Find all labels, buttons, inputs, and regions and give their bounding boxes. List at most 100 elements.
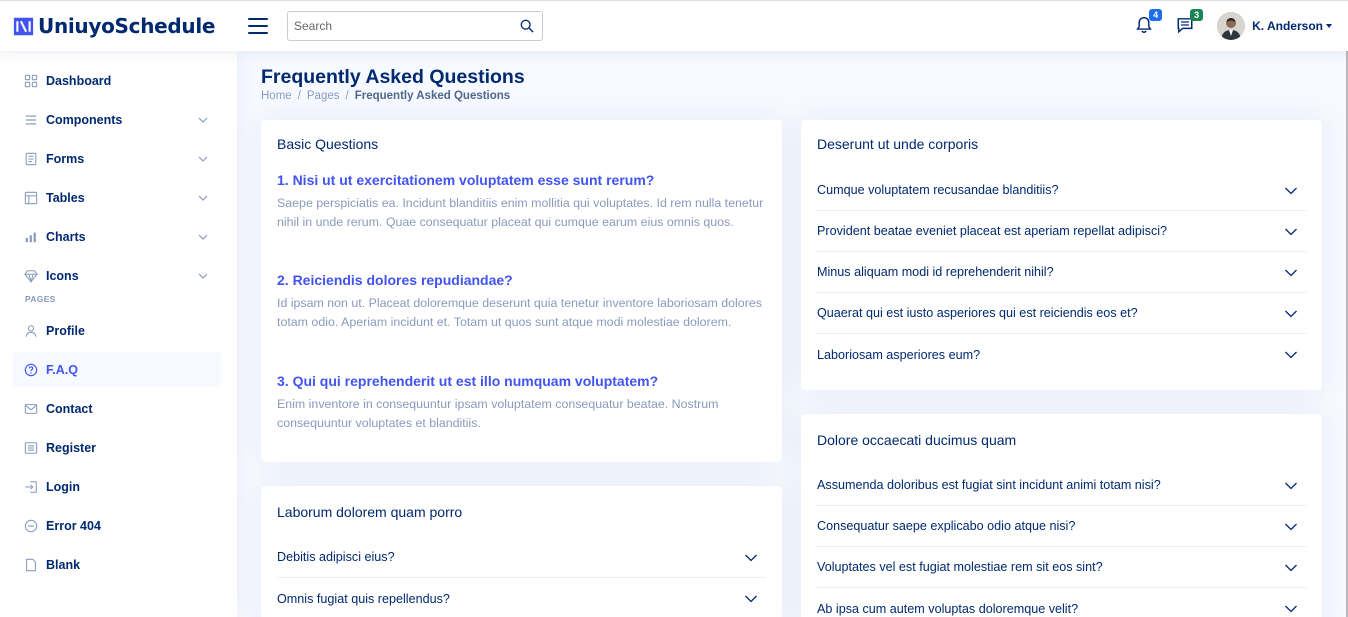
deserunt-card: Deserunt ut unde corporis Cumque volupta… (801, 120, 1322, 390)
accordion-item[interactable]: Provident beatae eveniet placeat est ape… (817, 211, 1306, 252)
faq-answer: Enim inventore in consequuntur ipsam vol… (277, 397, 719, 431)
search-icon[interactable] (520, 19, 534, 33)
envelope-icon (24, 403, 38, 414)
sidebar-heading: PAGES (25, 294, 56, 304)
breadcrumb: Home / Pages / Frequently Asked Question… (261, 90, 510, 102)
accordion-question: Voluptates vel est fugiat molestiae rem … (817, 560, 1103, 574)
gem-icon (24, 269, 38, 283)
breadcrumb-home[interactable]: Home (261, 90, 292, 102)
sidebar-item-label: Icons (46, 268, 79, 283)
accordion-question: Omnis fugiat quis repellendus? (277, 591, 450, 606)
messages-badge: 3 (1190, 9, 1204, 21)
accordion-question: Laboriosam asperiores eum? (817, 347, 981, 362)
notifications-button[interactable]: 4 (1135, 9, 1163, 36)
bar-chart-icon (25, 232, 36, 242)
notifications-badge: 4 (1149, 9, 1163, 21)
sidebar-item-charts[interactable]: Charts (13, 219, 221, 254)
accordion-question: Ab ipsa cum autem voluptas doloremque ve… (817, 601, 1079, 616)
chevron-down-icon (1285, 310, 1297, 318)
logo[interactable]: UniuyoSchedule (13, 14, 248, 38)
caret-down-icon (1326, 24, 1332, 28)
sidebar-item-label: Blank (46, 557, 81, 572)
username: K. Anderson (1252, 19, 1323, 33)
basic-questions-card: Basic Questions 1. Nisi ut ut exercitati… (261, 120, 782, 462)
breadcrumb-pages[interactable]: Pages (307, 90, 340, 102)
sidebar-item-label: Login (46, 479, 81, 494)
sidebar-item-tables[interactable]: Tables (13, 180, 221, 215)
accordion-item[interactable]: Consequatur saepe explicabo odio atque n… (817, 506, 1306, 547)
chevron-down-icon (198, 156, 208, 162)
sidebar-item-label: Profile (46, 323, 85, 338)
sidebar-item-icons[interactable]: Icons (13, 258, 221, 293)
chevron-down-icon (1285, 564, 1297, 572)
accordion-item[interactable]: Ab ipsa cum autem voluptas doloremque ve… (817, 588, 1306, 617)
accordion-item[interactable]: Minus aliquam modi id reprehenderit nihi… (817, 252, 1306, 293)
card-title: Dolore occaecati ducimus quam (817, 432, 1017, 448)
faq-question: 1. Nisi ut ut exercitationem voluptatem … (277, 172, 655, 188)
chevron-down-icon (198, 273, 208, 279)
sidebar-item-profile[interactable]: Profile (13, 313, 221, 348)
chevron-down-icon (745, 554, 757, 562)
faq-item: 1. Nisi ut ut exercitationem voluptatem … (277, 172, 767, 233)
menu-icon (25, 114, 37, 125)
faq-answer: Saepe perspiciatis ea. Incidunt blanditi… (277, 196, 764, 230)
chevron-down-icon (1285, 269, 1297, 277)
person-icon (25, 324, 37, 337)
journal-icon (25, 152, 37, 165)
avatar (1217, 12, 1246, 40)
sidebar-item-dashboard[interactable]: Dashboard (13, 63, 221, 98)
accordion-item[interactable]: Voluptates vel est fugiat molestiae rem … (817, 547, 1306, 588)
card-title: Laborum dolorem quam porro (277, 504, 463, 520)
messages-button[interactable]: 3 (1176, 9, 1204, 36)
sidebar-item-label: Error 404 (46, 518, 101, 533)
card-list-icon (24, 441, 38, 454)
accordion-item[interactable]: Quaerat qui est iusto asperiores qui est… (817, 293, 1306, 334)
accordion-item[interactable]: Laboriosam asperiores eum? (817, 334, 1306, 375)
accordion-item[interactable]: Omnis fugiat quis repellendus? (277, 578, 766, 617)
chevron-down-icon (745, 595, 757, 603)
header-nav: 4 3 K. Anderson (1135, 9, 1332, 40)
breadcrumb-current: Frequently Asked Questions (354, 90, 511, 102)
faq-question: 2. Reiciendis dolores repudiandae? (277, 272, 513, 288)
profile-dropdown[interactable]: K. Anderson (1217, 12, 1332, 40)
toggle-sidebar-icon[interactable] (248, 18, 268, 34)
faq-answer: Id ipsam non ut. Placeat doloremque dese… (277, 296, 762, 330)
sidebar-item-components[interactable]: Components (13, 102, 221, 137)
sidebar: Dashboard Components Forms Tables Charts… (0, 51, 237, 617)
sidebar-item-register[interactable]: Register (13, 430, 221, 465)
sidebar-item-label: F.A.Q (46, 362, 78, 377)
breadcrumb-separator: / (297, 90, 301, 102)
chevron-down-icon (1285, 228, 1297, 236)
accordion-question: Assumenda doloribus est fugiat sint inci… (817, 478, 1161, 492)
dash-circle-icon (24, 519, 38, 532)
accordion-item[interactable]: Debitis adipisci eius? (277, 537, 766, 578)
accordion-question: Debitis adipisci eius? (277, 550, 395, 564)
sidebar-item-forms[interactable]: Forms (13, 141, 221, 176)
dolore-card: Dolore occaecati ducimus quam Assumenda … (801, 414, 1322, 617)
question-circle-icon (24, 363, 38, 376)
sidebar-item-blank[interactable]: Blank (13, 547, 221, 582)
chevron-down-icon (198, 117, 208, 123)
sidebar-item-label: Dashboard (46, 73, 112, 88)
accordion-question: Provident beatae eveniet placeat est ape… (817, 224, 1168, 238)
sidebar-item-contact[interactable]: Contact (13, 391, 221, 426)
logo-icon (13, 17, 34, 35)
faq-question: 3. Qui qui reprehenderit ut est illo num… (277, 373, 659, 389)
sidebar-item-faq[interactable]: F.A.Q (13, 352, 221, 387)
page-title: Frequently Asked Questions (261, 66, 525, 88)
box-arrow-in-icon (25, 480, 37, 493)
faq-item: 2. Reiciendis dolores repudiandae? Id ip… (277, 272, 767, 333)
laborum-card: Laborum dolorem quam porro Debitis adipi… (261, 486, 782, 617)
sidebar-item-label: Charts (46, 229, 86, 244)
app-name: UniuyoSchedule (38, 14, 216, 38)
sidebar-item-label: Forms (46, 151, 85, 166)
layout-icon (24, 191, 38, 204)
chevron-down-icon (1285, 351, 1297, 359)
accordion-item[interactable]: Cumque voluptatem recusandae blanditiis? (817, 170, 1306, 211)
accordion-question: Consequatur saepe explicabo odio atque n… (817, 519, 1076, 533)
search-input[interactable] (294, 19, 520, 33)
sidebar-item-error-404[interactable]: Error 404 (13, 508, 221, 543)
sidebar-item-login[interactable]: Login (13, 469, 221, 504)
accordion-item[interactable]: Assumenda doloribus est fugiat sint inci… (817, 465, 1306, 506)
accordion-question: Minus aliquam modi id reprehenderit nihi… (817, 265, 1054, 279)
